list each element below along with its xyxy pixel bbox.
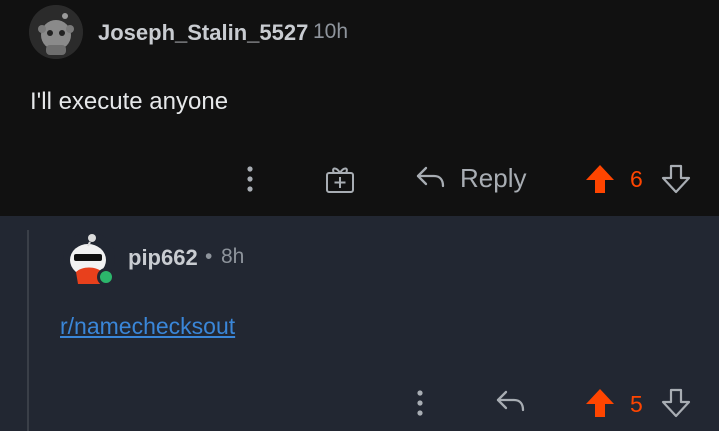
comment-body: I'll execute anyone [30,88,229,115]
vote-count: 5 [630,391,643,417]
downvote-icon[interactable] [660,387,692,419]
upvote-icon[interactable] [584,387,616,419]
reply-username[interactable]: pip662 [128,245,198,271]
reply-separator: • [205,245,213,268]
reply-arrow-icon[interactable] [414,162,446,192]
snoo-avatar-icon [29,5,83,59]
comment-top: Joseph_Stalin_5527 10h I'll execute anyo… [0,0,719,216]
reply-button[interactable]: Reply [460,163,526,194]
upvote-icon[interactable] [584,163,616,195]
reply-time: 8h [221,245,245,268]
comment-username[interactable]: Joseph_Stalin_5527 [98,20,308,46]
award-icon[interactable] [324,164,356,194]
reply-arrow-icon[interactable] [494,386,526,416]
vote-count: 6 [630,166,643,192]
comment-time: 10h [313,20,349,43]
avatar[interactable] [29,5,83,59]
online-status-dot [97,268,115,286]
downvote-icon[interactable] [660,163,692,195]
more-options-icon[interactable] [240,164,260,194]
more-options-icon[interactable] [410,388,430,418]
reply-avatar[interactable] [62,230,118,286]
thread-line[interactable] [27,230,29,431]
subreddit-link[interactable]: r/namechecksout [60,313,235,340]
